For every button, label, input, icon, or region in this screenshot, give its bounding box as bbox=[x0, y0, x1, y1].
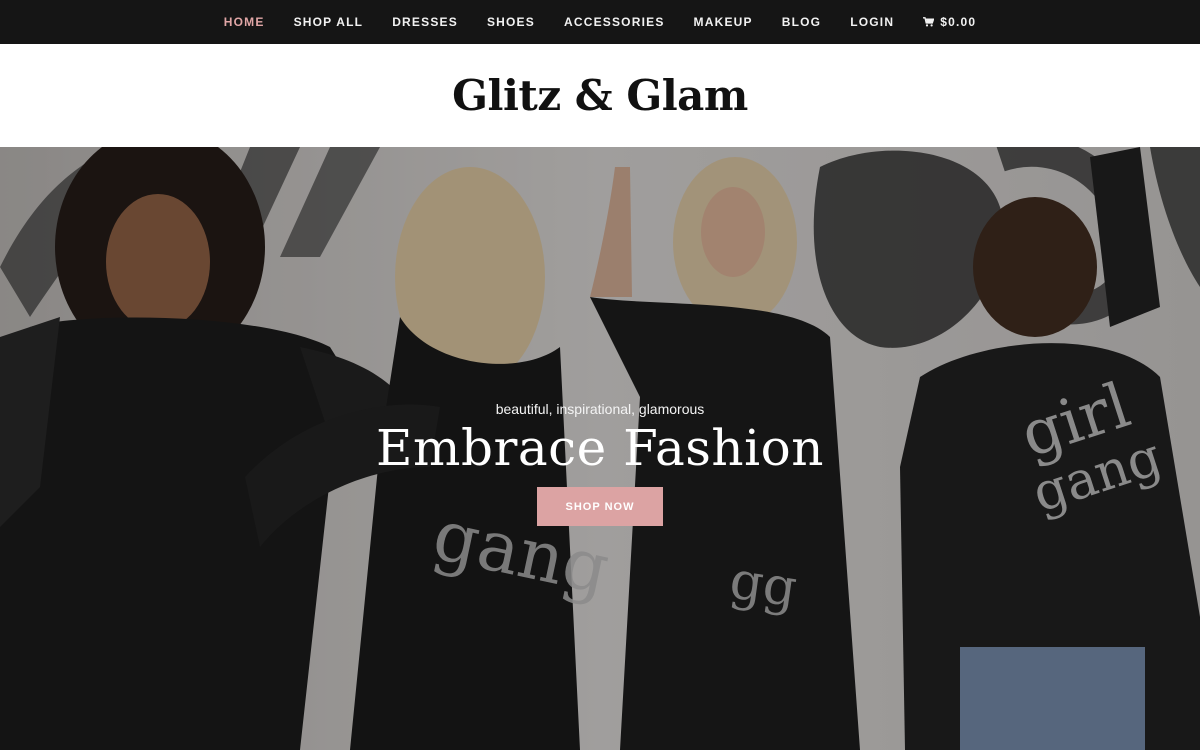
shopping-cart-icon bbox=[923, 17, 935, 27]
cart-total: $0.00 bbox=[940, 15, 977, 29]
nav-item-dresses[interactable]: DRESSES bbox=[392, 15, 458, 29]
nav-item-accessories[interactable]: ACCESSORIES bbox=[564, 15, 665, 29]
hero-content: beautiful, inspirational, glamorous Embr… bbox=[0, 147, 1200, 750]
site-logo-title[interactable]: Glitz & Glam bbox=[452, 71, 748, 120]
hero-banner: gang gg girl gang beautiful, inspiration… bbox=[0, 147, 1200, 750]
nav-item-shop-all[interactable]: SHOP ALL bbox=[294, 15, 364, 29]
nav-list: HOME SHOP ALL DRESSES SHOES ACCESSORIES … bbox=[209, 15, 990, 29]
hero-heading: Embrace Fashion bbox=[376, 419, 824, 477]
nav-item-shoes[interactable]: SHOES bbox=[487, 15, 535, 29]
cart-link[interactable]: $0.00 bbox=[923, 15, 976, 29]
site-header: Glitz & Glam bbox=[0, 44, 1200, 147]
nav-item-blog[interactable]: BLOG bbox=[782, 15, 821, 29]
hero-tagline: beautiful, inspirational, glamorous bbox=[495, 401, 705, 417]
shop-now-button[interactable]: SHOP NOW bbox=[537, 487, 663, 526]
nav-item-login[interactable]: LOGIN bbox=[850, 15, 894, 29]
nav-item-makeup[interactable]: MAKEUP bbox=[694, 15, 753, 29]
top-navigation: HOME SHOP ALL DRESSES SHOES ACCESSORIES … bbox=[0, 0, 1200, 44]
nav-item-home[interactable]: HOME bbox=[224, 15, 265, 29]
